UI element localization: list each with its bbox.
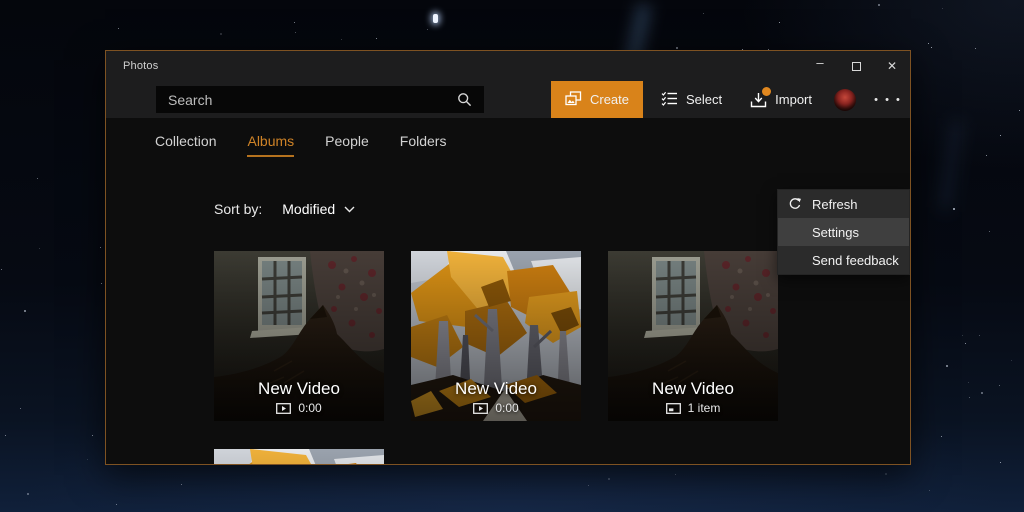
select-icon: [661, 91, 678, 109]
album-icon: [665, 402, 681, 414]
screen: Photos – ✕ Create: [0, 0, 1024, 512]
import-label: Import: [775, 92, 812, 107]
bright-star: [433, 14, 438, 23]
album-tile[interactable]: New Video 0:00: [214, 251, 384, 421]
create-button[interactable]: Create: [550, 81, 644, 118]
tab-collection[interactable]: Collection: [155, 133, 216, 157]
album-tile[interactable]: New Video 0:00: [411, 251, 581, 421]
see-more-menu: Refresh Settings Send feedback: [777, 189, 910, 275]
tab-people[interactable]: People: [325, 133, 369, 157]
video-icon: [473, 402, 489, 414]
nebula-wisp: [939, 119, 963, 211]
photos-app-window: Photos – ✕ Create: [105, 50, 911, 465]
menu-item-label: Send feedback: [812, 252, 899, 268]
search-box[interactable]: [156, 86, 484, 113]
import-icon: [750, 86, 772, 108]
toolbar: Create Select Import • • •: [106, 81, 910, 118]
menu-item-label: Settings: [812, 224, 859, 240]
window-controls: – ✕: [802, 51, 910, 81]
search-icon[interactable]: [453, 92, 484, 107]
menu-item-refresh[interactable]: Refresh: [778, 190, 909, 218]
close-button[interactable]: ✕: [874, 51, 910, 81]
create-label: Create: [589, 92, 630, 107]
create-icon: [565, 90, 582, 109]
album-tile[interactable]: New Video 1 item: [608, 251, 778, 421]
select-button[interactable]: Select: [649, 81, 734, 118]
album-meta: 0:00: [495, 401, 519, 415]
video-icon: [276, 402, 292, 414]
album-thumbnail-forest: [214, 449, 384, 464]
album-title: New Video: [258, 379, 340, 398]
album-meta: 1 item: [687, 401, 721, 415]
window-title: Photos: [123, 60, 159, 72]
tab-bar: Collection Albums People Folders: [155, 133, 446, 157]
import-notification-badge: [762, 86, 772, 96]
search-input[interactable]: [156, 91, 453, 108]
sort-by-label: Sort by:: [214, 201, 263, 217]
menu-item-send-feedback[interactable]: Send feedback: [778, 246, 909, 274]
album-caption: New Video 0:00: [411, 379, 581, 415]
album-caption: New Video 0:00: [214, 379, 384, 415]
account-avatar[interactable]: [834, 88, 856, 111]
album-title: New Video: [455, 379, 537, 398]
menu-item-label: Refresh: [812, 196, 858, 212]
tab-folders[interactable]: Folders: [400, 133, 447, 157]
select-label: Select: [686, 92, 723, 107]
maximize-button[interactable]: [838, 51, 874, 81]
sort-row: Sort by: Modified: [214, 201, 355, 217]
menu-item-settings[interactable]: Settings: [778, 218, 909, 246]
sort-value: Modified: [282, 201, 336, 217]
album-caption: New Video 1 item: [608, 379, 778, 415]
chevron-down-icon: [344, 206, 355, 212]
album-title: New Video: [652, 379, 734, 398]
maximize-icon: [851, 61, 861, 71]
tab-albums[interactable]: Albums: [247, 133, 295, 157]
album-tile-partial[interactable]: [214, 449, 384, 464]
content-area: Collection Albums People Folders Sort by…: [106, 118, 910, 464]
titlebar[interactable]: Photos – ✕: [106, 51, 910, 81]
import-button[interactable]: Import: [738, 81, 824, 118]
refresh-icon: [778, 197, 812, 211]
sort-dropdown[interactable]: Modified: [282, 201, 355, 217]
minimize-button[interactable]: –: [802, 47, 838, 77]
album-meta: 0:00: [298, 401, 322, 415]
see-more-button[interactable]: • • •: [868, 81, 908, 118]
